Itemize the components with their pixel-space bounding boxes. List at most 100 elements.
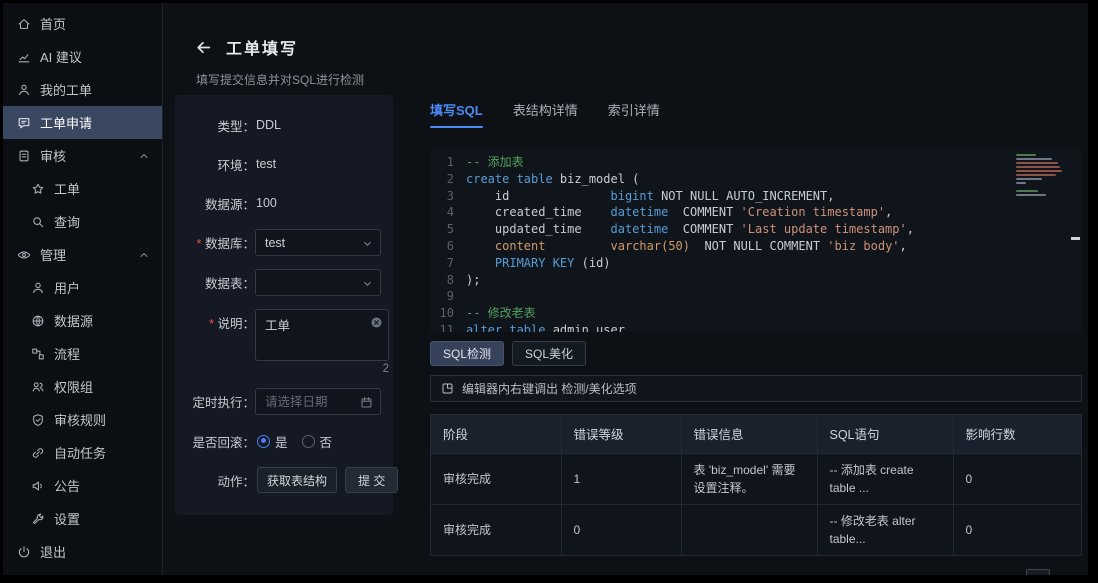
mouse-right-click-icon [441, 382, 454, 395]
code-line: create table biz_model ( [466, 171, 1082, 188]
sidebar-item-label: 我的工单 [40, 80, 92, 99]
home-icon [17, 17, 31, 31]
field-type-label: 类型： [187, 116, 255, 135]
radio-checked-icon [257, 435, 270, 448]
sidebar-item-16[interactable]: 退出 [3, 535, 162, 568]
check-result-table: 阶段 错误等级 错误信息 SQL语句 影响行数 审核完成1表 'biz_mode… [430, 414, 1082, 556]
main-content: 工单填写 填写提交信息并对SQL进行检测 类型： DDL 环境： test 数据… [163, 3, 1088, 575]
tab-write-sql[interactable]: 填写SQL [430, 100, 483, 128]
sidebar-item-4[interactable]: 审核 [3, 139, 162, 172]
col-error-message: 错误信息 [681, 415, 817, 453]
rollback-yes-option[interactable]: 是 [257, 432, 288, 451]
prev-page-button[interactable] [996, 570, 1018, 576]
app-window: 首页AI 建议我的工单工单申请审核工单查询管理用户数据源流程权限组审核规则自动任… [3, 3, 1088, 575]
settings-icon [31, 512, 45, 526]
col-error-level: 错误等级 [561, 415, 681, 453]
sidebar-item-6[interactable]: 查询 [3, 205, 162, 238]
sql-panel: 填写SQL 表结构详情 索引详情 1234567891011 -- 添加表cre… [408, 95, 1082, 575]
field-schedule-label: 定时执行： [187, 392, 255, 411]
code-lines: -- 添加表create table biz_model ( id bigint… [466, 149, 1082, 332]
sidebar-item-14[interactable]: 公告 [3, 469, 162, 502]
sidebar-item-label: 设置 [54, 509, 80, 528]
sql-beautify-button[interactable]: SQL美化 [512, 341, 586, 366]
sidebar-item-5[interactable]: 工单 [3, 172, 162, 205]
tab-table-structure[interactable]: 表结构详情 [513, 100, 578, 128]
col-affected-rows: 影响行数 [953, 415, 1081, 453]
page-subtitle: 填写提交信息并对SQL进行检测 [196, 71, 364, 88]
code-line: -- 修改老表 [466, 305, 1082, 322]
sidebar-item-7[interactable]: 管理 [3, 238, 162, 271]
sidebar-item-15[interactable]: 设置 [3, 502, 162, 535]
chevron-down-icon [362, 278, 373, 289]
field-type: 类型： DDL [187, 112, 381, 138]
sidebar-item-label: 权限组 [54, 377, 93, 396]
rollback-no-option[interactable]: 否 [302, 432, 333, 451]
sidebar-item-9[interactable]: 数据源 [3, 304, 162, 337]
sidebar-menu: 首页 AI 建议我的工单工单申请审核工单查询管理用户数据源流程权限组审核规则自动任… [3, 7, 162, 568]
sidebar-item-1[interactable]: AI 建议 [3, 40, 162, 73]
sidebar-item-label: 数据源 [54, 311, 93, 330]
sidebar-item-11[interactable]: 权限组 [3, 370, 162, 403]
permission-group-icon [31, 380, 45, 394]
code-line [466, 288, 1082, 305]
sidebar-item-label: 工单 [54, 179, 80, 198]
rollback-yes-label: 是 [275, 432, 288, 451]
sidebar-item-label: 公告 [54, 476, 80, 495]
sidebar-item-2[interactable]: 我的工单 [3, 73, 162, 106]
table-select[interactable] [255, 269, 381, 296]
query-icon [31, 215, 45, 229]
sql-check-button[interactable]: SQL检测 [430, 341, 504, 366]
page-number[interactable]: 1 [1026, 569, 1050, 576]
field-env: 环境： test [187, 151, 381, 177]
next-page-button[interactable] [1058, 570, 1080, 576]
schedule-date-picker[interactable] [255, 388, 381, 415]
code-line: PRIMARY KEY (id) [466, 255, 1082, 272]
sidebar-item-8[interactable]: 用户 [3, 271, 162, 304]
field-env-label: 环境： [187, 155, 255, 174]
sidebar-item-label: 自动任务 [54, 443, 106, 462]
col-stage: 阶段 [431, 415, 561, 453]
back-arrow-icon[interactable] [195, 39, 212, 56]
editor-line-numbers: 1234567891011 [430, 149, 466, 332]
result-rows: 审核完成1表 'biz_model' 需要设置注释。-- 添加表 create … [431, 453, 1081, 555]
audit-icon [17, 149, 31, 163]
chevron-up-icon [138, 249, 150, 261]
editor-hint-bar: 编辑器内右键调出 检测/美化选项 [430, 375, 1082, 402]
chevron-up-icon [138, 150, 150, 162]
sidebar-item-3[interactable]: 工单申请 [3, 106, 162, 139]
sidebar: 首页 AI 建议我的工单工单申请审核工单查询管理用户数据源流程权限组审核规则自动任… [3, 3, 163, 575]
sidebar-item-13[interactable]: 自动任务 [3, 436, 162, 469]
rollback-radio-group: 是 否 [257, 432, 332, 451]
code-line: updated_time datetime COMMENT 'Last upda… [466, 221, 1082, 238]
chevron-right-icon [1063, 575, 1075, 576]
tab-index-detail[interactable]: 索引详情 [608, 100, 660, 128]
field-rollback-label: 是否回滚： [187, 432, 255, 451]
logout-icon [17, 545, 31, 559]
user-icon [31, 281, 45, 295]
sidebar-item-10[interactable]: 流程 [3, 337, 162, 370]
sidebar-item-12[interactable]: 审核规则 [3, 403, 162, 436]
description-textarea[interactable]: 工单 [255, 309, 389, 361]
table-row: 审核完成0-- 修改老表 alter table...0 [431, 504, 1081, 555]
field-table-label: 数据表： [187, 273, 255, 292]
sidebar-item-label: 用户 [54, 278, 80, 297]
ai-suggest-icon [17, 50, 31, 64]
sidebar-item-label: 首页 [40, 14, 66, 33]
page-title: 工单填写 [226, 35, 298, 59]
field-description-label: 说明： [187, 309, 255, 332]
tab-bar: 填写SQL 表结构详情 索引详情 [430, 95, 1082, 135]
submit-button[interactable]: 提 交 [345, 467, 398, 493]
calendar-icon [360, 396, 373, 409]
database-select[interactable]: test [255, 229, 381, 256]
clear-icon[interactable] [370, 316, 383, 329]
fetch-schema-button[interactable]: 获取表结构 [257, 467, 337, 493]
sidebar-item-0[interactable]: 首页 [3, 7, 162, 40]
table-header-row: 阶段 错误等级 错误信息 SQL语句 影响行数 [431, 415, 1081, 453]
field-datasource: 数据源： 100 [187, 190, 381, 216]
schedule-date-input[interactable] [265, 395, 356, 409]
my-orders-icon [17, 83, 31, 97]
sql-code-editor[interactable]: 1234567891011 -- 添加表create table biz_mod… [430, 149, 1082, 332]
datasource-icon [31, 314, 45, 328]
field-env-value: test [256, 157, 276, 171]
sidebar-item-label: 工单申请 [40, 113, 92, 132]
